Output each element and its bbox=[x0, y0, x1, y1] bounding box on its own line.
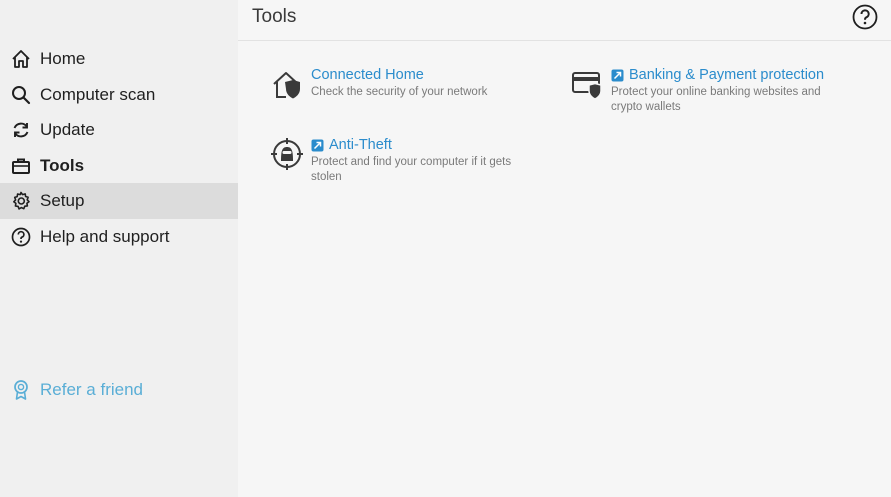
tool-name-label: Banking & Payment protection bbox=[629, 67, 825, 83]
sidebar-item-tools[interactable]: Tools bbox=[0, 148, 238, 184]
briefcase-icon bbox=[10, 155, 32, 177]
tool-name-connected-home[interactable]: Connected Home bbox=[311, 67, 536, 83]
refer-a-friend-link[interactable]: Refer a friend bbox=[0, 372, 238, 408]
tool-name-anti-theft[interactable]: Anti-Theft bbox=[311, 137, 536, 153]
tool-connected-home[interactable]: Connected Home Check the security of you… bbox=[270, 67, 536, 101]
home-shield-icon bbox=[270, 67, 304, 101]
sidebar-item-label: Tools bbox=[40, 156, 85, 175]
sidebar-item-label: Setup bbox=[40, 191, 85, 210]
sidebar-item-setup[interactable]: Setup bbox=[0, 183, 238, 219]
main-panel: Tools Connected Home Check the security … bbox=[238, 0, 891, 497]
card-shield-icon bbox=[570, 67, 604, 101]
external-link-icon bbox=[311, 139, 324, 152]
tool-name-label: Anti-Theft bbox=[329, 137, 392, 153]
tool-description: Protect and find your computer if it get… bbox=[311, 156, 512, 183]
sidebar-item-computer-scan[interactable]: Computer scan bbox=[0, 77, 238, 113]
external-link-icon bbox=[611, 69, 624, 82]
search-icon bbox=[10, 84, 32, 106]
help-icon bbox=[852, 4, 878, 30]
tool-name-banking[interactable]: Banking & Payment protection bbox=[611, 67, 836, 83]
help-circle-icon bbox=[10, 226, 32, 248]
sidebar-item-label: Home bbox=[40, 49, 86, 68]
sidebar-item-label: Help and support bbox=[40, 227, 170, 246]
page-title: Tools bbox=[252, 6, 297, 27]
award-icon bbox=[10, 379, 32, 401]
refer-label: Refer a friend bbox=[40, 380, 143, 399]
sidebar-item-help-and-support[interactable]: Help and support bbox=[0, 219, 238, 255]
sidebar-item-home[interactable]: Home bbox=[0, 41, 238, 77]
sidebar: Home Computer scan Update Tools Setup He… bbox=[0, 0, 238, 497]
home-icon bbox=[10, 48, 32, 70]
tool-description: Protect your online banking websites and… bbox=[611, 86, 821, 113]
tool-text: Banking & Payment protection Protect you… bbox=[611, 67, 836, 115]
header: Tools bbox=[238, 0, 891, 41]
sidebar-item-update[interactable]: Update bbox=[0, 112, 238, 148]
refresh-icon bbox=[10, 119, 32, 141]
help-button[interactable] bbox=[852, 4, 878, 30]
target-thief-icon bbox=[270, 137, 304, 171]
tool-banking-payment-protection[interactable]: Banking & Payment protection Protect you… bbox=[570, 67, 836, 115]
tool-text: Connected Home Check the security of you… bbox=[311, 67, 536, 101]
tool-description: Check the security of your network bbox=[311, 86, 488, 98]
tool-anti-theft[interactable]: Anti-Theft Protect and find your compute… bbox=[270, 137, 536, 185]
sidebar-item-label: Update bbox=[40, 120, 95, 139]
sidebar-item-label: Computer scan bbox=[40, 85, 156, 104]
tool-text: Anti-Theft Protect and find your compute… bbox=[311, 137, 536, 185]
gear-icon bbox=[10, 190, 32, 212]
